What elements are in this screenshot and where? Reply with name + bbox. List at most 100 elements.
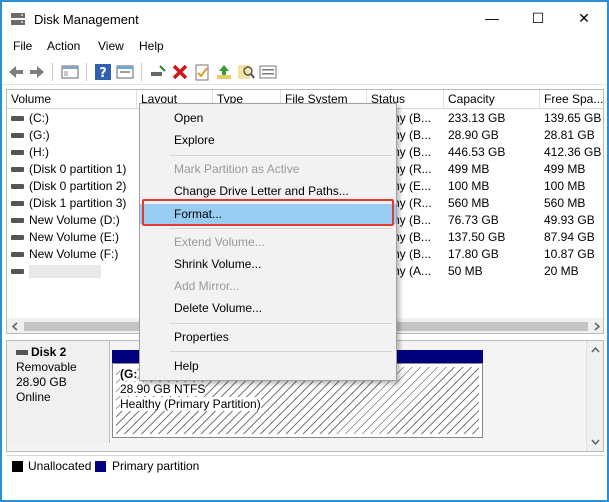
menu-shrink-volume[interactable]: Shrink Volume... — [140, 254, 396, 274]
volume-free-space: 28.81 GB — [544, 128, 595, 142]
volume-free-space: 560 MB — [544, 196, 586, 210]
volume-capacity: 560 MB — [448, 196, 490, 210]
volume-name: (Disk 0 partition 1) — [29, 162, 127, 176]
minimize-button[interactable]: — — [469, 2, 515, 35]
drive-icon — [11, 252, 24, 257]
primary-swatch — [95, 461, 106, 472]
volume-free-space: 100 MB — [544, 179, 586, 193]
legend-unallocated: Unallocated — [28, 459, 92, 473]
removable-disk-icon — [16, 350, 28, 355]
toolbar-separator — [52, 63, 53, 81]
search-icon[interactable] — [236, 62, 256, 82]
volume-status: hy (B... — [393, 128, 432, 142]
scroll-down-icon[interactable] — [591, 437, 600, 446]
column-volume[interactable]: Volume — [7, 90, 137, 109]
volume-capacity: 76.73 GB — [448, 213, 499, 227]
volume-capacity: 233.13 GB — [448, 111, 506, 125]
menu-properties[interactable]: Properties — [140, 327, 396, 347]
properties-icon[interactable] — [115, 62, 135, 82]
volume-status: hy (B... — [393, 213, 432, 227]
menu-separator — [170, 351, 392, 352]
title-bar: Disk Management — ☐ ✕ — [2, 2, 607, 35]
legend: Unallocated Primary partition — [6, 455, 604, 475]
drive-icon — [11, 167, 24, 172]
unallocated-swatch — [12, 461, 23, 472]
column-capacity[interactable]: Capacity — [444, 90, 540, 109]
volume-capacity: 28.90 GB — [448, 128, 499, 142]
maximize-button[interactable]: ☐ — [515, 2, 561, 35]
volume-free-space: 10.87 GB — [544, 247, 595, 261]
disk-size: 28.90 GB — [16, 375, 67, 389]
volume-name: (Disk 0 partition 2) — [29, 179, 127, 193]
volume-free-space: 412.36 GB — [544, 145, 602, 159]
volume-status: hy (R... — [393, 196, 432, 210]
window-title: Disk Management — [34, 12, 139, 27]
volume-capacity: 50 MB — [448, 264, 483, 278]
upload-icon[interactable] — [214, 62, 234, 82]
volume-name: (G:) — [29, 128, 50, 142]
toolbar-separator — [141, 63, 142, 81]
volume-status: hy (B... — [393, 145, 432, 159]
back-arrow-icon[interactable] — [6, 62, 26, 82]
menu-add-mirror: Add Mirror... — [174, 279, 240, 293]
volume-name: (Disk 1 partition 3) — [29, 196, 127, 210]
menu-delete-volume[interactable]: Delete Volume... — [140, 298, 396, 318]
volume-capacity: 137.50 GB — [448, 230, 506, 244]
volume-capacity: 100 MB — [448, 179, 490, 193]
menu-view[interactable]: View — [98, 39, 124, 53]
menu-change-drive-letter[interactable]: Change Drive Letter and Paths... — [140, 181, 396, 201]
volume-status: hy (R... — [393, 162, 432, 176]
drive-icon — [11, 218, 24, 223]
volume-status: hy (B... — [393, 111, 432, 125]
menu-mark-active: Mark Partition as Active — [174, 162, 300, 176]
menu-help-item[interactable]: Help — [140, 356, 396, 376]
svg-text:?: ? — [99, 66, 107, 81]
blurred-volume-name — [29, 265, 101, 278]
volume-status: hy (A... — [393, 264, 432, 278]
menu-bar: File Action View Help — [2, 37, 607, 57]
console-tree-icon[interactable] — [60, 62, 80, 82]
volume-name: (H:) — [29, 145, 49, 159]
list-view-icon[interactable] — [258, 62, 278, 82]
column-free-space[interactable]: Free Spa... — [540, 90, 603, 109]
drive-icon — [11, 150, 24, 155]
volume-status: hy (B... — [393, 230, 432, 244]
forward-arrow-icon[interactable] — [27, 62, 47, 82]
volume-name: New Volume (E:) — [29, 230, 120, 244]
volume-status: hy (E... — [393, 179, 432, 193]
delete-icon[interactable] — [170, 62, 190, 82]
disk-kind: Removable — [16, 360, 77, 374]
drive-icon — [11, 269, 24, 274]
partition-label: (G: — [120, 367, 138, 381]
legend-primary: Primary partition — [112, 459, 200, 473]
vertical-scrollbar[interactable] — [586, 341, 603, 451]
disk-info[interactable]: Disk 2 Removable 28.90 GB Online — [7, 341, 110, 443]
volume-name: New Volume (F:) — [29, 247, 119, 261]
menu-file[interactable]: File — [13, 39, 32, 53]
volume-name: (C:) — [29, 111, 49, 125]
disk-state: Online — [16, 390, 51, 404]
drive-icon — [11, 116, 24, 121]
volume-name: New Volume (D:) — [29, 213, 120, 227]
volume-capacity: 499 MB — [448, 162, 490, 176]
connect-disk-icon[interactable] — [148, 62, 168, 82]
scroll-right-icon[interactable] — [592, 322, 601, 331]
partition-status: Healthy (Primary Partition) — [120, 397, 261, 411]
volume-free-space: 499 MB — [544, 162, 586, 176]
toolbar: ? — [2, 59, 607, 85]
menu-action[interactable]: Action — [47, 39, 80, 53]
drive-icon — [11, 133, 24, 138]
close-button[interactable]: ✕ — [561, 2, 607, 35]
menu-extend-volume: Extend Volume... — [174, 235, 265, 249]
scroll-left-icon[interactable] — [11, 322, 20, 331]
scroll-up-icon[interactable] — [591, 346, 600, 355]
format-callout-box — [142, 199, 394, 226]
menu-separator — [170, 155, 392, 156]
check-icon[interactable] — [192, 62, 212, 82]
volume-free-space: 139.65 GB — [544, 111, 602, 125]
menu-help[interactable]: Help — [139, 39, 164, 53]
menu-open[interactable]: Open — [140, 108, 396, 128]
menu-explore[interactable]: Explore — [140, 130, 396, 150]
help-icon[interactable]: ? — [93, 62, 113, 82]
menu-separator — [170, 323, 392, 324]
